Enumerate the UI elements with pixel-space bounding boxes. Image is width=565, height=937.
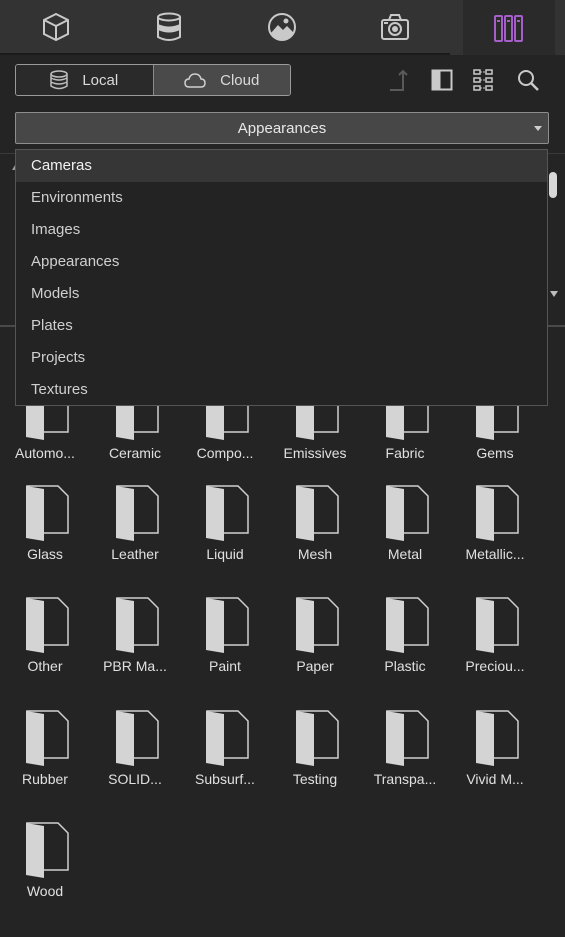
folder-label: Subsurf...	[195, 771, 255, 787]
dropdown-option[interactable]: Plates	[16, 310, 547, 342]
dropdown-option[interactable]: Environments	[16, 182, 547, 214]
folder-label: Leather	[111, 546, 159, 562]
folder-label: Rubber	[22, 771, 68, 787]
folder-label: Automo...	[15, 445, 75, 461]
folder-item[interactable]: Paint	[180, 595, 270, 705]
dropdown-scrollbar-thumb[interactable]	[549, 172, 557, 198]
folder-item[interactable]: Liquid	[180, 483, 270, 593]
folder-label: Fabric	[385, 445, 425, 461]
folder-label: Compo...	[196, 445, 254, 461]
folder-item[interactable]: Plastic	[360, 595, 450, 705]
folder-label: Vivid M...	[466, 771, 524, 787]
folder-label: Gems	[476, 445, 514, 461]
folder-item[interactable]: PBR Ma...	[90, 595, 180, 705]
folder-item[interactable]: Subsurf...	[180, 708, 270, 818]
folder-item[interactable]: Other	[0, 595, 90, 705]
folder-label: Glass	[27, 546, 63, 562]
folder-grid: Automo... Ceramic Compo... Emissives Fabric G…	[0, 0, 565, 937]
folder-item[interactable]: Metallic...	[450, 483, 540, 593]
folder-label: Other	[27, 658, 63, 674]
folder-label: SOLID...	[108, 771, 162, 787]
dropdown-option[interactable]: Images	[16, 214, 547, 246]
folder-label: Wood	[26, 883, 64, 899]
folder-item[interactable]: SOLID...	[90, 708, 180, 818]
folder-label: Plastic	[384, 658, 426, 674]
folder-label: Testing	[292, 771, 338, 787]
folder-item[interactable]: Metal	[360, 483, 450, 593]
category-dropdown-list: Cameras Environments Images Appearances Mode…	[15, 149, 548, 406]
folder-item[interactable]: Paper	[270, 595, 360, 705]
folder-item[interactable]: Vivid M...	[450, 708, 540, 818]
dropdown-option[interactable]: Models	[16, 278, 547, 310]
folder-item[interactable]: Leather	[90, 483, 180, 593]
folder-label: Emissives	[283, 445, 347, 461]
dropdown-option[interactable]: Cameras	[16, 150, 547, 182]
folder-label: Transpa...	[373, 771, 437, 787]
folder-label: Preciou...	[465, 658, 525, 674]
folder-item[interactable]: Preciou...	[450, 595, 540, 705]
folder-label: Paper	[296, 658, 334, 674]
dropdown-option[interactable]: Appearances	[16, 246, 547, 278]
folder-label: Ceramic	[108, 445, 162, 461]
folder-label: PBR Ma...	[103, 658, 167, 674]
folder-label: Metallic...	[465, 546, 525, 562]
folder-label: Paint	[209, 658, 241, 674]
folder-item[interactable]: Testing	[270, 708, 360, 818]
folder-item[interactable]: Wood	[0, 820, 90, 930]
dropdown-option[interactable]: Projects	[16, 342, 547, 374]
folder-label: Mesh	[297, 546, 333, 562]
folder-item[interactable]: Transpa...	[360, 708, 450, 818]
folder-label: Liquid	[206, 546, 244, 562]
folder-label: Metal	[387, 546, 423, 562]
folder-item[interactable]: Glass	[0, 483, 90, 593]
dropdown-option[interactable]: Textures	[16, 374, 547, 406]
folder-item[interactable]: Rubber	[0, 708, 90, 818]
folder-item[interactable]: Mesh	[270, 483, 360, 593]
